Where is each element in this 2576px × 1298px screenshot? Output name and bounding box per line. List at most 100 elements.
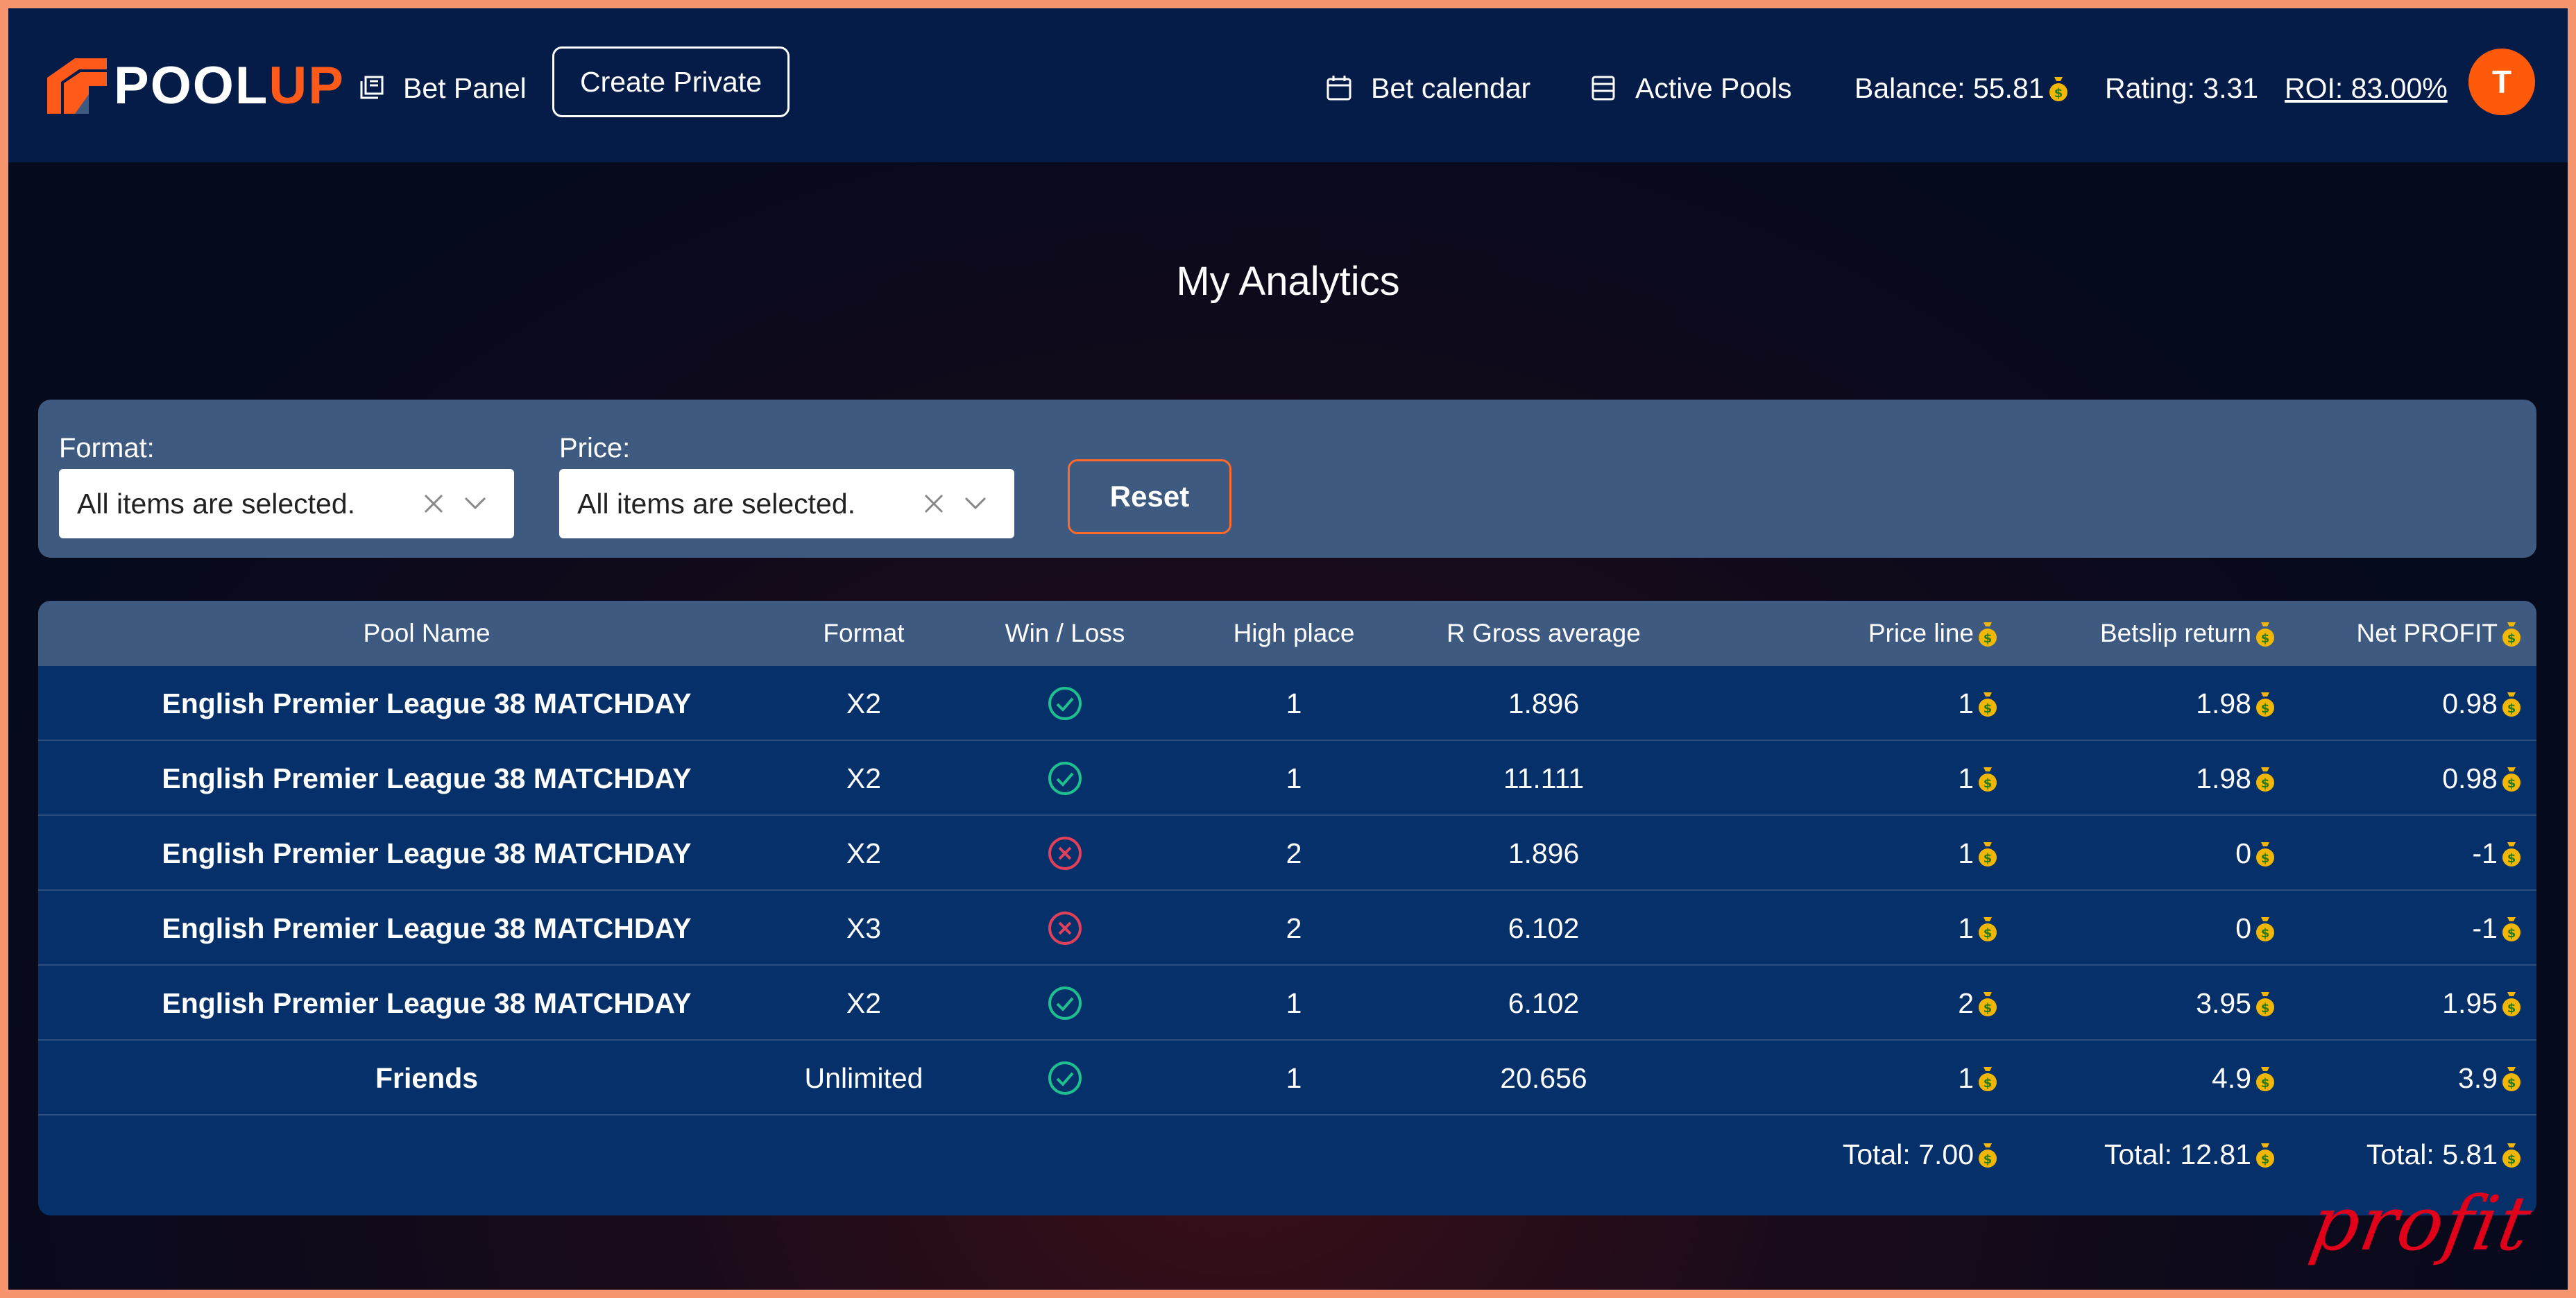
header-betslip-return[interactable]: Betslip return $ — [1999, 601, 2276, 666]
svg-text:$: $ — [2261, 1152, 2270, 1167]
nav-active-pools-label: Active Pools — [1635, 71, 1792, 104]
header-betslip-return-label: Betslip return — [2100, 619, 2251, 647]
poolup-logo-icon — [47, 58, 107, 114]
table-row[interactable]: Friends Unlimited 1 20.656 1 $4.9 $3.9 $ — [38, 1041, 2536, 1116]
table-totals: Total: 7.00 $ Total: 12.81 $ Total: 5.81 $ — [38, 1121, 2536, 1188]
header-pool-name[interactable]: Pool Name — [94, 601, 760, 666]
pool-name-cell[interactable]: English Premier League 38 MATCHDAY — [94, 741, 760, 816]
coin-bag-icon: $ — [1974, 839, 1999, 867]
table-row[interactable]: English Premier League 38 MATCHDAY X2 2 1.8… — [38, 816, 2536, 891]
layers-icon — [360, 76, 384, 99]
brand-pool: POOL — [114, 56, 269, 115]
coin-bag-icon: $ — [2251, 690, 2276, 717]
net-profit-cell: 0.98 $ — [2276, 741, 2523, 816]
create-private-button[interactable]: Create Private — [552, 46, 790, 117]
header-high-place[interactable]: High place — [1176, 601, 1412, 666]
header-price-line-label: Price line — [1868, 619, 1974, 647]
coin-bag-icon: $ — [2498, 1064, 2523, 1092]
x-circle-icon — [982, 816, 1148, 891]
brand-logo[interactable]: POOLUP — [47, 58, 345, 114]
balance-value: Balance: 55.81 — [1854, 71, 2045, 104]
brand-wordmark: POOLUP — [114, 60, 345, 112]
check-circle-icon — [982, 1041, 1148, 1116]
header-price-line[interactable]: Price line $ — [1675, 601, 1999, 666]
net-profit-cell: 3.9 $ — [2276, 1041, 2523, 1116]
svg-text:$: $ — [2261, 701, 2270, 716]
total-net-profit: Total: 5.81 $ — [2276, 1121, 2523, 1188]
nav-bet-panel-label: Bet Panel — [403, 71, 527, 104]
pool-name-cell[interactable]: Friends — [94, 1041, 760, 1116]
net-profit-cell: -1 $ — [2276, 816, 2523, 891]
svg-text:$: $ — [2261, 631, 2270, 646]
price-line-value: 1 — [1958, 837, 1974, 869]
format-cell: X3 — [846, 912, 882, 944]
betslip-return-value: 1.98 — [2196, 762, 2251, 794]
chevron-down-icon[interactable] — [461, 491, 489, 516]
format-select[interactable]: All items are selected. — [59, 469, 514, 538]
page-title: My Analytics — [1176, 259, 1400, 304]
nav-active-pools[interactable]: Active Pools — [1589, 64, 1792, 112]
header-format[interactable]: Format — [760, 601, 968, 666]
betslip-return-cell: 4.9 $ — [1999, 1041, 2276, 1116]
pool-name-cell[interactable]: English Premier League 38 MATCHDAY — [94, 891, 760, 966]
coin-bag-icon: $ — [1974, 765, 1999, 792]
coin-bag-icon: $ — [2251, 989, 2276, 1017]
table-row[interactable]: English Premier League 38 MATCHDAY X3 2 6.1… — [38, 891, 2536, 966]
net-profit-cell: 0.98 $ — [2276, 666, 2523, 741]
user-avatar[interactable]: T — [2468, 49, 2535, 115]
nav-bet-calendar[interactable]: Bet calendar — [1325, 64, 1530, 112]
svg-text:$: $ — [2507, 1001, 2516, 1016]
clear-icon[interactable] — [420, 490, 447, 518]
coin-bag-icon: $ — [2251, 620, 2276, 647]
total-betslip-return: Total: 12.81 $ — [1999, 1121, 2276, 1188]
pool-name-cell[interactable]: English Premier League 38 MATCHDAY — [94, 966, 760, 1041]
clear-icon[interactable] — [920, 490, 948, 518]
header-gross-average[interactable]: R Gross average — [1426, 601, 1662, 666]
coin-bag-icon: $ — [1974, 690, 1999, 717]
betslip-return-cell: 0 $ — [1999, 891, 2276, 966]
gross-average-cell: 1.896 — [1508, 837, 1580, 869]
svg-text:$: $ — [1984, 776, 1993, 791]
balance-display: Balance: 55.81 $ — [1854, 64, 2070, 112]
coin-bag-icon: $ — [2251, 1141, 2276, 1168]
header-win-loss[interactable]: Win / Loss — [982, 601, 1148, 666]
total-price-line-value: Total: 7.00 — [1842, 1138, 1974, 1170]
betslip-return-value: 1.98 — [2196, 687, 2251, 719]
analytics-table: Pool Name Format Win / Loss High place R… — [38, 601, 2536, 1215]
roi-link[interactable]: ROI: 83.00% — [2285, 64, 2448, 112]
pool-name-cell[interactable]: English Premier League 38 MATCHDAY — [94, 816, 760, 891]
pool-name-cell[interactable]: English Premier League 38 MATCHDAY — [94, 666, 760, 741]
header-net-profit[interactable]: Net PROFIT $ — [2276, 601, 2523, 666]
table-row[interactable]: English Premier League 38 MATCHDAY X2 1 1.8… — [38, 666, 2536, 741]
gross-average-cell: 6.102 — [1508, 912, 1580, 944]
net-profit-value: 0.98 — [2442, 687, 2498, 719]
x-circle-icon — [982, 891, 1148, 966]
betslip-return-cell: 1.98 $ — [1999, 741, 2276, 816]
svg-text:$: $ — [2261, 851, 2270, 866]
coin-bag-icon: $ — [1974, 914, 1999, 942]
price-line-cell: 1 $ — [1675, 816, 1999, 891]
price-select-value: All items are selected. — [577, 487, 856, 520]
table-header: Pool Name Format Win / Loss High place R… — [38, 601, 2536, 666]
high-place-cell: 2 — [1286, 837, 1302, 869]
svg-text:$: $ — [1984, 701, 1993, 716]
coin-bag-icon: $ — [1974, 1064, 1999, 1092]
format-cell: X2 — [846, 987, 882, 1019]
price-select[interactable]: All items are selected. — [559, 469, 1014, 538]
reset-button[interactable]: Reset — [1068, 459, 1231, 534]
svg-text:$: $ — [2507, 631, 2516, 646]
svg-text:$: $ — [2261, 1001, 2270, 1016]
nav-bet-panel[interactable]: Bet Panel — [357, 64, 527, 112]
high-place-cell: 2 — [1286, 912, 1302, 944]
svg-text:$: $ — [2507, 851, 2516, 866]
table-row[interactable]: English Premier League 38 MATCHDAY X2 1 6.1… — [38, 966, 2536, 1041]
svg-text:$: $ — [1984, 1152, 1993, 1167]
svg-text:$: $ — [1984, 631, 1993, 646]
top-navbar: POOLUP Bet Panel Create Private Bet cale… — [8, 8, 2568, 162]
check-circle-icon — [982, 741, 1148, 816]
filter-panel: Format: All items are selected. Price: A… — [38, 400, 2536, 558]
net-profit-cell: -1 $ — [2276, 891, 2523, 966]
svg-text:$: $ — [2507, 701, 2516, 716]
chevron-down-icon[interactable] — [962, 491, 989, 516]
table-row[interactable]: English Premier League 38 MATCHDAY X2 1 11.… — [38, 741, 2536, 816]
